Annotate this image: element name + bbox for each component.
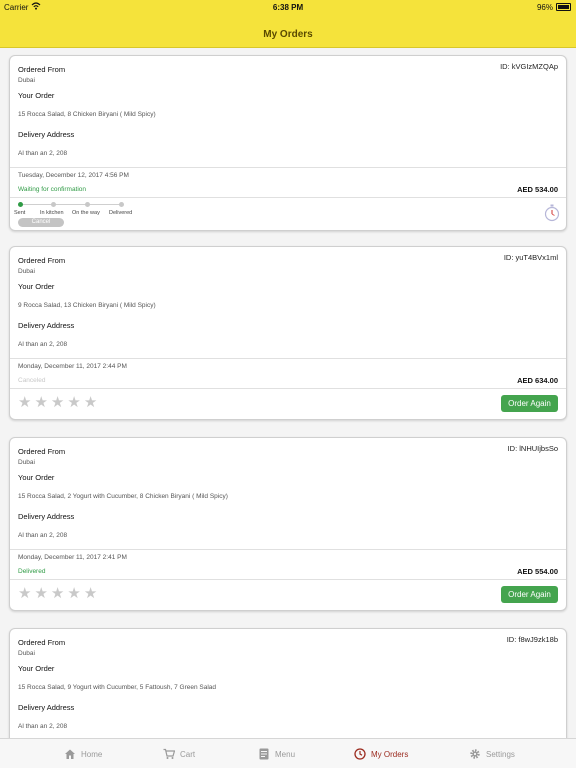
delivery-address-label: Delivery Address [18, 321, 75, 330]
star-icon[interactable]: ★ [34, 395, 47, 410]
restaurant-city: Dubai [18, 268, 35, 275]
cancel-order-button[interactable]: Cancel [18, 218, 64, 227]
order-again-button[interactable]: Order Again [501, 395, 558, 412]
your-order-label: Your Order [18, 664, 55, 673]
restaurant-city: Dubai [18, 459, 35, 466]
progress-label-on-the-way: On the way [72, 210, 100, 216]
order-date: Monday, December 11, 2017 2:44 PM [18, 363, 127, 370]
progress-label-in-kitchen: In kitchen [40, 210, 64, 216]
order-items: 15 Rocca Salad, 9 Yogurt with Cucumber, … [18, 684, 217, 691]
order-status: Waiting for confirmation [18, 186, 87, 193]
delivery-address: Al than an 2, 208 [18, 723, 68, 730]
progress-label-delivered: Delivered [109, 210, 133, 216]
progress-dot-sent [18, 202, 23, 207]
restaurant-city: Dubai [18, 77, 35, 84]
divider [10, 388, 566, 389]
order-card[interactable]: Ordered From ID: f8wJ9zk18b Dubai Your O… [9, 628, 567, 738]
home-icon [65, 749, 75, 759]
order-status: Delivered [18, 568, 46, 575]
tab-cart[interactable]: Cart [163, 739, 195, 768]
delivery-address-label: Delivery Address [18, 130, 75, 139]
page-title: My Orders [263, 29, 313, 40]
divider [10, 358, 566, 359]
order-card[interactable]: Ordered From ID: yuT4BVx1ml Dubai Your O… [9, 246, 567, 420]
divider [10, 549, 566, 550]
progress-dot-delivered [119, 202, 124, 207]
your-order-label: Your Order [18, 282, 55, 291]
order-total: AED 554.00 [517, 567, 558, 576]
order-id: ID: lNHUIjbsSo [507, 444, 558, 453]
navigation-bar: My Orders [0, 14, 576, 48]
order-items: 9 Rocca Salad, 13 Chicken Biryani ( Mild… [18, 302, 156, 309]
your-order-label: Your Order [18, 91, 55, 100]
ordered-from-label: Ordered From [18, 256, 66, 265]
order-id: ID: f8wJ9zk18b [506, 635, 558, 644]
progress-dot-on-the-way [85, 202, 90, 207]
rating-stars[interactable]: ★ ★ ★ ★ ★ [18, 586, 97, 601]
progress-dot-in-kitchen [51, 202, 56, 207]
star-icon[interactable]: ★ [51, 395, 64, 410]
tab-label: Cart [180, 749, 196, 759]
clock-time: 6:38 PM [272, 3, 304, 12]
star-icon[interactable]: ★ [18, 395, 31, 410]
order-card[interactable]: Ordered From ID: kVGIzMZQAp Dubai Your O… [9, 55, 567, 231]
order-status: Canceled [18, 377, 46, 384]
battery-percentage: 96% [536, 3, 553, 12]
star-icon[interactable]: ★ [18, 586, 31, 601]
order-items: 15 Rocca Salad, 2 Yogurt with Cucumber, … [18, 493, 228, 500]
progress-label-sent: Sent [14, 210, 26, 216]
tab-label: Menu [275, 749, 296, 759]
your-order-label: Your Order [18, 473, 55, 482]
order-again-button[interactable]: Order Again [501, 586, 558, 603]
tab-settings[interactable]: Settings [469, 739, 515, 768]
order-total: AED 634.00 [517, 376, 558, 385]
order-date: Monday, December 11, 2017 2:41 PM [18, 554, 127, 561]
divider [10, 579, 566, 580]
star-icon[interactable]: ★ [51, 586, 64, 601]
menu-icon [259, 748, 269, 760]
delivery-address: Al than an 2, 208 [18, 532, 68, 539]
star-icon[interactable]: ★ [34, 586, 47, 601]
tab-home[interactable]: Home [64, 739, 102, 768]
ordered-from-label: Ordered From [18, 65, 66, 74]
order-items: 15 Rocca Salad, 8 Chicken Biryani ( Mild… [18, 111, 156, 118]
star-icon[interactable]: ★ [67, 395, 80, 410]
tab-bar: Home Cart Menu My Orders Settings [0, 738, 576, 768]
order-total: AED 534.00 [517, 185, 558, 194]
ordered-from-label: Ordered From [18, 638, 66, 647]
delivery-address: Al than an 2, 208 [18, 150, 68, 157]
gear-icon [470, 749, 480, 759]
orders-list[interactable]: Ordered From ID: kVGIzMZQAp Dubai Your O… [0, 48, 576, 738]
delivery-address-label: Delivery Address [18, 703, 75, 712]
order-id: ID: yuT4BVx1ml [503, 253, 558, 262]
delivery-address: Al than an 2, 208 [18, 341, 68, 348]
divider [10, 197, 566, 198]
battery-icon [556, 3, 571, 11]
delivery-address-label: Delivery Address [18, 512, 75, 521]
progress-line [21, 204, 123, 205]
star-icon[interactable]: ★ [84, 395, 97, 410]
tab-label: Home [81, 749, 103, 759]
tab-menu[interactable]: Menu [258, 739, 295, 768]
stopwatch-icon [544, 204, 560, 222]
ordered-from-label: Ordered From [18, 447, 66, 456]
clock-icon [354, 748, 366, 760]
cart-icon [163, 748, 175, 759]
order-id: ID: kVGIzMZQAp [500, 62, 558, 71]
tab-label: My Orders [371, 749, 409, 759]
star-icon[interactable]: ★ [67, 586, 80, 601]
tab-label: Settings [486, 749, 515, 759]
divider [10, 167, 566, 168]
tab-my-orders[interactable]: My Orders [354, 739, 408, 768]
order-date: Tuesday, December 12, 2017 4:56 PM [18, 172, 129, 179]
restaurant-city: Dubai [18, 650, 35, 657]
order-card[interactable]: Ordered From ID: lNHUIjbsSo Dubai Your O… [9, 437, 567, 611]
status-bar: Carrier 6:38 PM 96% [0, 0, 576, 14]
star-icon[interactable]: ★ [84, 586, 97, 601]
rating-stars[interactable]: ★ ★ ★ ★ ★ [18, 395, 97, 410]
